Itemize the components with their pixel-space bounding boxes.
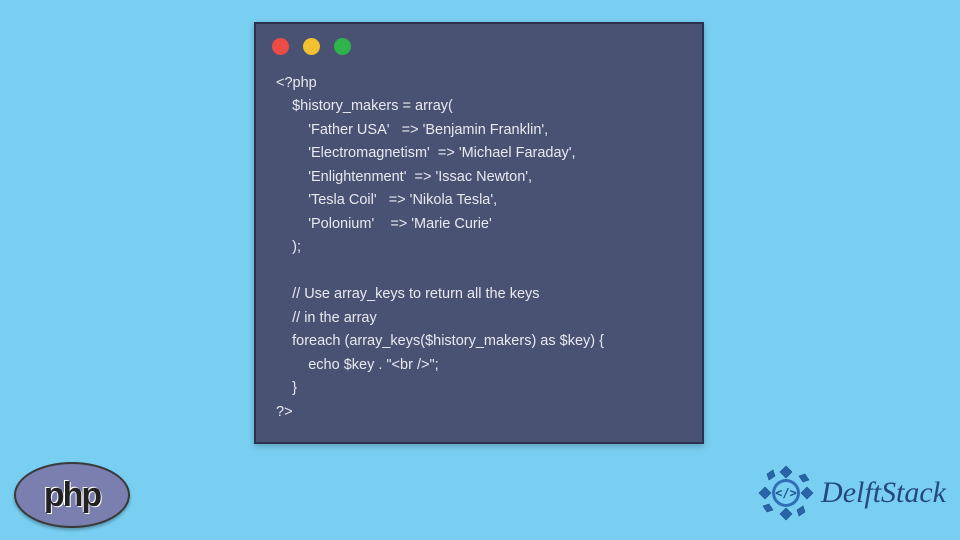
- php-logo: php: [14, 462, 130, 528]
- window-titlebar: [256, 24, 702, 68]
- delftstack-text: DelftStack: [821, 476, 946, 510]
- code-window: <?php $history_makers = array( 'Father U…: [254, 22, 704, 444]
- svg-text:</>: </>: [775, 486, 797, 500]
- delftstack-brand: </> DelftStack: [757, 464, 946, 522]
- php-logo-text: php: [44, 476, 100, 515]
- close-icon: [272, 38, 289, 55]
- code-body: <?php $history_makers = array( 'Father U…: [256, 68, 702, 442]
- delftstack-icon: </>: [757, 464, 815, 522]
- minimize-icon: [303, 38, 320, 55]
- maximize-icon: [334, 38, 351, 55]
